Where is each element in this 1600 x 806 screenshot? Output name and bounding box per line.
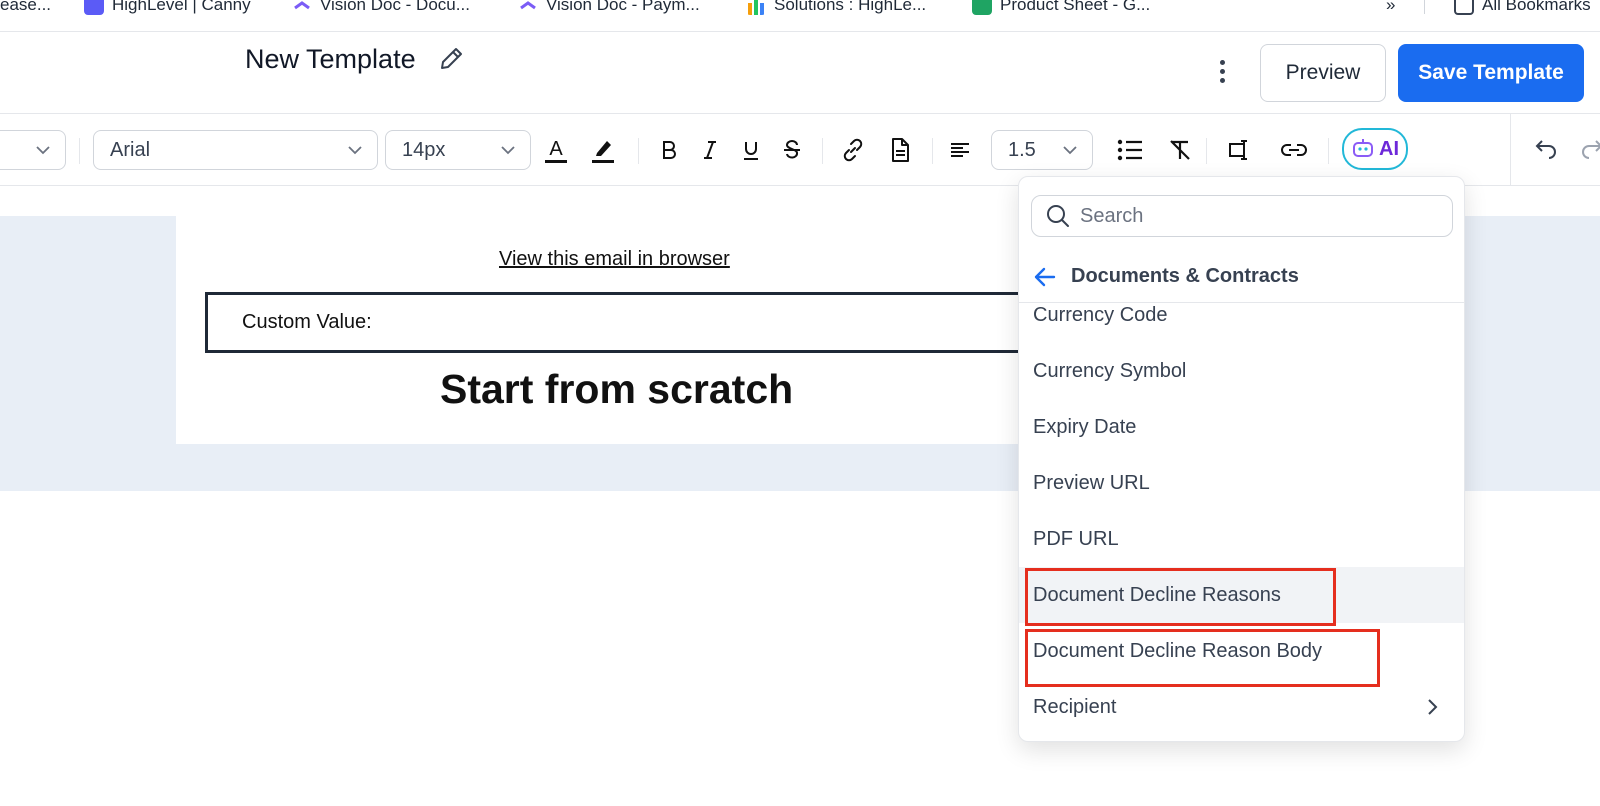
- menu-item-pdf-url[interactable]: PDF URL: [1019, 511, 1464, 567]
- italic-icon[interactable]: [694, 134, 726, 166]
- link-icon[interactable]: [837, 134, 869, 166]
- highlight-color-icon[interactable]: [587, 134, 619, 166]
- view-in-browser-link[interactable]: View this email in browser: [499, 248, 730, 271]
- undo-icon[interactable]: [1530, 134, 1562, 166]
- document-icon[interactable]: [884, 134, 916, 166]
- bookmarks-bar: ease... HighLevel | Canny Vision Doc - D…: [0, 0, 1600, 32]
- template-header: New Template Preview Save Template: [0, 32, 1600, 114]
- toolbar-divider: [638, 138, 639, 164]
- insert-field-icon[interactable]: [1224, 134, 1256, 166]
- menu-item-label: Expiry Date: [1033, 416, 1137, 438]
- block-format-select[interactable]: [0, 130, 66, 170]
- bulleted-list-icon[interactable]: [1114, 134, 1146, 166]
- font-family-select[interactable]: Arial: [93, 130, 378, 170]
- email-heading[interactable]: Start from scratch: [440, 366, 793, 413]
- all-bookmarks-button[interactable]: All Bookmarks: [1454, 0, 1591, 16]
- chevron-down-icon: [1063, 146, 1077, 155]
- line-height-value: 1.5: [1008, 139, 1036, 161]
- ai-label: AI: [1379, 137, 1399, 160]
- folder-icon: [1454, 0, 1474, 15]
- bookmark-item[interactable]: Solutions : HighLe...: [746, 0, 926, 16]
- menu-item-label: Recipient: [1033, 696, 1117, 718]
- bookmark-item[interactable]: Product Sheet - G...: [972, 0, 1150, 16]
- clear-formatting-icon[interactable]: [1164, 134, 1196, 166]
- menu-item-currency-code[interactable]: Currency Code: [1019, 287, 1464, 343]
- bookmark-label: All Bookmarks: [1482, 0, 1591, 14]
- search-input[interactable]: [1080, 204, 1420, 228]
- bookmark-label: Solutions : HighLe...: [774, 0, 927, 14]
- highlevel-icon: [748, 0, 764, 15]
- bookmark-item[interactable]: HighLevel | Canny: [84, 0, 251, 16]
- toolbar-divider: [1328, 138, 1329, 164]
- more-options-icon[interactable]: [1208, 56, 1236, 86]
- menu-item-label: Currency Code: [1033, 304, 1168, 326]
- bookmark-label: Vision Doc - Paym...: [546, 0, 700, 14]
- highlight-box: [1025, 568, 1336, 626]
- back-arrow-icon[interactable]: [1033, 265, 1057, 289]
- chevron-down-icon: [36, 146, 50, 155]
- toolbar-divider: [1510, 114, 1511, 186]
- save-template-button[interactable]: Save Template: [1398, 44, 1584, 102]
- bookmark-label: Vision Doc - Docu...: [320, 0, 470, 14]
- preview-button[interactable]: Preview: [1260, 44, 1386, 102]
- menu-item-recipient[interactable]: Recipient: [1019, 679, 1464, 735]
- menu-item-currency-symbol[interactable]: Currency Symbol: [1019, 343, 1464, 399]
- menu-item-preview-url[interactable]: Preview URL: [1019, 455, 1464, 511]
- bookmark-label: ease...: [0, 0, 52, 14]
- toolbar-divider: [822, 138, 823, 164]
- menu-item-expiry-date[interactable]: Expiry Date: [1019, 399, 1464, 455]
- bookmark-label: Product Sheet - G...: [1000, 0, 1151, 14]
- more-bookmarks-button[interactable]: »: [1386, 0, 1395, 16]
- toolbar-divider: [79, 138, 80, 164]
- category-title: Documents & Contracts: [1071, 265, 1299, 287]
- double-chevron-icon: »: [1386, 0, 1396, 14]
- search-field[interactable]: [1031, 195, 1453, 237]
- text-color-icon[interactable]: A: [540, 134, 572, 166]
- page-title: New Template: [245, 44, 416, 74]
- menu-item-label: Preview URL: [1033, 472, 1150, 494]
- clickup-icon: [520, 1, 536, 10]
- underline-icon[interactable]: [735, 134, 767, 166]
- font-size-value: 14px: [402, 139, 446, 161]
- bookmarks-divider: [1424, 0, 1425, 14]
- menu-item-label: PDF URL: [1033, 528, 1119, 550]
- trigger-link-icon[interactable]: [1278, 134, 1310, 166]
- bookmark-label: HighLevel | Canny: [112, 0, 251, 14]
- chevron-down-icon: [348, 146, 362, 155]
- robot-icon: [1353, 139, 1373, 157]
- bookmark-item[interactable]: Vision Doc - Paym...: [518, 0, 700, 16]
- align-left-icon[interactable]: [944, 134, 976, 166]
- bookmark-item[interactable]: Vision Doc - Docu...: [292, 0, 470, 16]
- bold-icon[interactable]: [653, 134, 685, 166]
- pencil-icon[interactable]: [436, 44, 466, 74]
- custom-value-block[interactable]: Custom Value:: [205, 292, 1065, 353]
- sheets-icon: [972, 0, 992, 15]
- font-family-value: Arial: [110, 139, 151, 161]
- canny-icon: [84, 0, 104, 15]
- toolbar-divider: [1206, 138, 1207, 164]
- chevron-right-icon: [1428, 699, 1438, 715]
- chevron-down-icon: [501, 146, 515, 155]
- font-size-select[interactable]: 14px: [385, 130, 531, 170]
- ai-assistant-button[interactable]: AI: [1342, 128, 1408, 170]
- clickup-icon: [294, 1, 310, 10]
- svg-text:A: A: [549, 138, 563, 160]
- toolbar-divider: [932, 138, 933, 164]
- menu-item-label: Currency Symbol: [1033, 360, 1187, 382]
- custom-value-label: Custom Value:: [242, 311, 372, 333]
- redo-icon[interactable]: [1576, 134, 1600, 166]
- search-icon: [1047, 205, 1069, 227]
- highlight-box: [1025, 629, 1380, 687]
- strikethrough-icon[interactable]: [776, 134, 808, 166]
- bookmark-item[interactable]: ease...: [0, 0, 51, 16]
- line-height-select[interactable]: 1.5: [991, 130, 1093, 170]
